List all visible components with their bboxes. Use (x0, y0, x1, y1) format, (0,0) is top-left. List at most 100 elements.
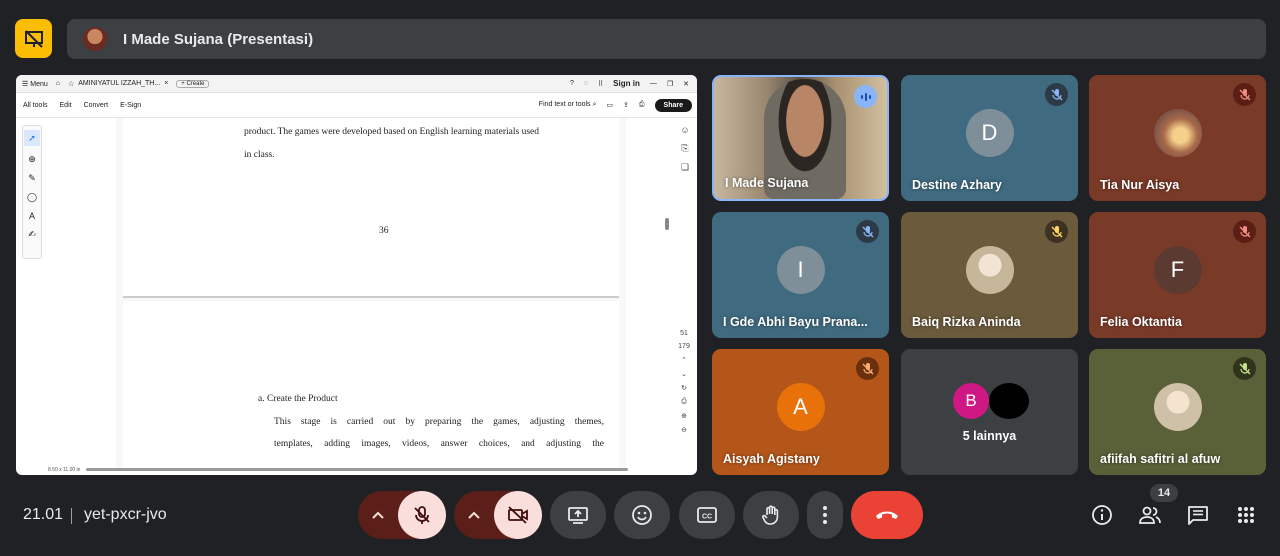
section-heading: a. Create the Product (258, 394, 338, 404)
mic-off-icon (1233, 83, 1256, 106)
scroll-thumb[interactable] (665, 218, 669, 230)
people-button[interactable] (1138, 503, 1162, 527)
menu-esign[interactable]: E-Sign (120, 102, 141, 109)
upload-icon[interactable]: ⇪ (623, 101, 629, 109)
page2-line1: This stage is carried out by preparing t… (274, 417, 604, 427)
maximize-icon[interactable]: ❐ (667, 80, 673, 88)
menu-convert[interactable]: Convert (84, 102, 109, 109)
presenter-banner: I Made Sujana (Presentasi) (67, 19, 1266, 59)
avatar-initial: A (776, 382, 825, 431)
vertical-scrollbar[interactable] (664, 118, 670, 463)
bell-icon[interactable]: ◌ (584, 80, 588, 87)
home-icon[interactable]: ⌂ (56, 80, 60, 87)
present-screen-button[interactable] (550, 491, 606, 539)
tile-felia-oktantia[interactable]: F Felia Oktantia (1089, 212, 1266, 338)
lasso-tool-icon[interactable]: ◯ (27, 192, 37, 203)
share-button[interactable]: Share (654, 98, 692, 112)
close-tab-icon[interactable]: × (164, 80, 168, 87)
sign-in-button[interactable]: Sign in (613, 79, 640, 88)
camera-off-button[interactable] (494, 491, 542, 539)
text-tool-icon[interactable]: A (29, 211, 35, 221)
info-icon (1092, 505, 1112, 525)
camera-options-chevron-up-icon[interactable] (454, 491, 494, 539)
avatar-initial: D (965, 108, 1014, 157)
help-icon[interactable]: ? (570, 80, 574, 87)
pages-icon[interactable]: ❏ (681, 162, 689, 173)
apps-icon[interactable]: ⠿ (598, 80, 603, 88)
activities-button[interactable] (1234, 503, 1258, 527)
end-call-icon (876, 511, 898, 519)
mic-off-icon (1233, 220, 1256, 243)
right-rail: ☺ ⎘ ❏ (677, 125, 693, 173)
tile-aisyah-agistany[interactable]: A Aisyah Agistany (712, 349, 889, 475)
zoom-tool-icon[interactable]: ⊕ (28, 154, 36, 165)
others-avatar-b: B (953, 383, 989, 419)
document-tab[interactable]: ☆ AMINIYATUL IZZAH_TH... × (68, 80, 168, 88)
minimize-icon[interactable]: — (650, 80, 657, 87)
presenter-title: I Made Sujana (Presentasi) (123, 30, 314, 48)
mic-off-icon (856, 357, 879, 380)
presenter-avatar (83, 27, 107, 51)
tile-tia-nur-aisya[interactable]: Tia Nur Aisya (1089, 75, 1266, 201)
leave-call-button[interactable] (851, 491, 923, 539)
comment-icon[interactable]: ☺ (680, 125, 689, 135)
zoom-out-icon[interactable]: ⊖ (681, 426, 687, 434)
page-down-icon[interactable]: ⌄ (681, 370, 687, 378)
tile-destine-azhary[interactable]: D Destine Azhary (901, 75, 1078, 201)
captions-icon: CC (697, 507, 717, 523)
stamp-tool-icon[interactable]: ✍ (28, 229, 36, 240)
mic-options-chevron-up-icon[interactable] (358, 491, 398, 539)
horizontal-scrollbar[interactable] (86, 468, 628, 471)
menu-all-tools[interactable]: All tools (23, 102, 48, 109)
meeting-info-button[interactable] (1090, 503, 1114, 527)
clock-time: 21.01 (23, 506, 64, 523)
chat-icon (1188, 506, 1208, 525)
mic-off-button[interactable] (398, 491, 446, 539)
pen-tool-icon[interactable]: ✎ (28, 173, 36, 184)
acrobat-titlebar: ☰ Menu ⌂ ☆ AMINIYATUL IZZAH_TH... × + Cr… (16, 75, 697, 93)
meeting-code: yet-pxcr-jvo (84, 506, 167, 523)
find-tools[interactable]: Find text or tools ⌕ (539, 101, 597, 109)
page2-line2: templates, adding images, videos, answer… (274, 439, 604, 449)
participant-name: I Made Sujana (725, 176, 809, 190)
present-icon (568, 507, 588, 524)
close-window-icon[interactable]: ✕ (683, 80, 689, 88)
tile-i-gde-abhi[interactable]: I I Gde Abhi Bayu Prana... (712, 212, 889, 338)
tile-i-made-sujana[interactable]: I Made Sujana (712, 75, 889, 201)
zoom-in-icon[interactable]: ⊕ (681, 412, 687, 420)
hand-icon (762, 505, 779, 525)
tile-afiifah-safitri[interactable]: afiifah safitri al afuw (1089, 349, 1266, 475)
tool-rail: ➚ ⊕ ✎ ◯ A ✍ (22, 125, 42, 259)
reactions-button[interactable] (614, 491, 670, 539)
save-icon[interactable]: ▭ (606, 101, 613, 109)
raise-hand-button[interactable] (743, 491, 799, 539)
emoji-icon (632, 505, 652, 525)
microphone-control (358, 491, 446, 539)
presentation-icon[interactable] (15, 19, 52, 58)
captions-button[interactable]: CC (679, 491, 735, 539)
tile-others[interactable]: B 5 lainnya (901, 349, 1078, 475)
page-up-icon[interactable]: ⌃ (681, 356, 687, 364)
tile-baiq-rizka[interactable]: Baiq Rizka Aninda (901, 212, 1078, 338)
people-icon (1139, 506, 1161, 524)
others-avatar-dark (989, 383, 1029, 419)
create-label: Create (186, 80, 205, 87)
fit-page-icon[interactable]: ⎙ (681, 398, 687, 406)
participant-name: afiifah safitri al afuw (1100, 452, 1221, 466)
current-page[interactable]: 51 (680, 330, 688, 337)
select-tool-icon[interactable]: ➚ (24, 130, 40, 146)
print-icon[interactable]: ⎙ (639, 101, 645, 109)
mic-off-icon (856, 220, 879, 243)
create-button[interactable]: + Create (176, 79, 210, 88)
avatar-initial: F (1153, 245, 1202, 294)
document-tab-label: AMINIYATUL IZZAH_TH... (78, 80, 161, 87)
page1-line1: product. The games were developed based … (244, 127, 540, 137)
chat-button[interactable] (1186, 503, 1210, 527)
document-page-37: a. Create the Product This stage is carr… (123, 301, 619, 471)
page-navigation: 51 179 ⌃ ⌄ ↻ ⎙ ⊕ ⊖ (677, 330, 691, 434)
menu-button[interactable]: ☰ Menu (22, 80, 48, 88)
menu-edit[interactable]: Edit (60, 102, 72, 109)
rotate-icon[interactable]: ↻ (681, 384, 687, 392)
bookmark-icon[interactable]: ⎘ (681, 143, 688, 154)
more-options-button[interactable] (807, 491, 843, 539)
